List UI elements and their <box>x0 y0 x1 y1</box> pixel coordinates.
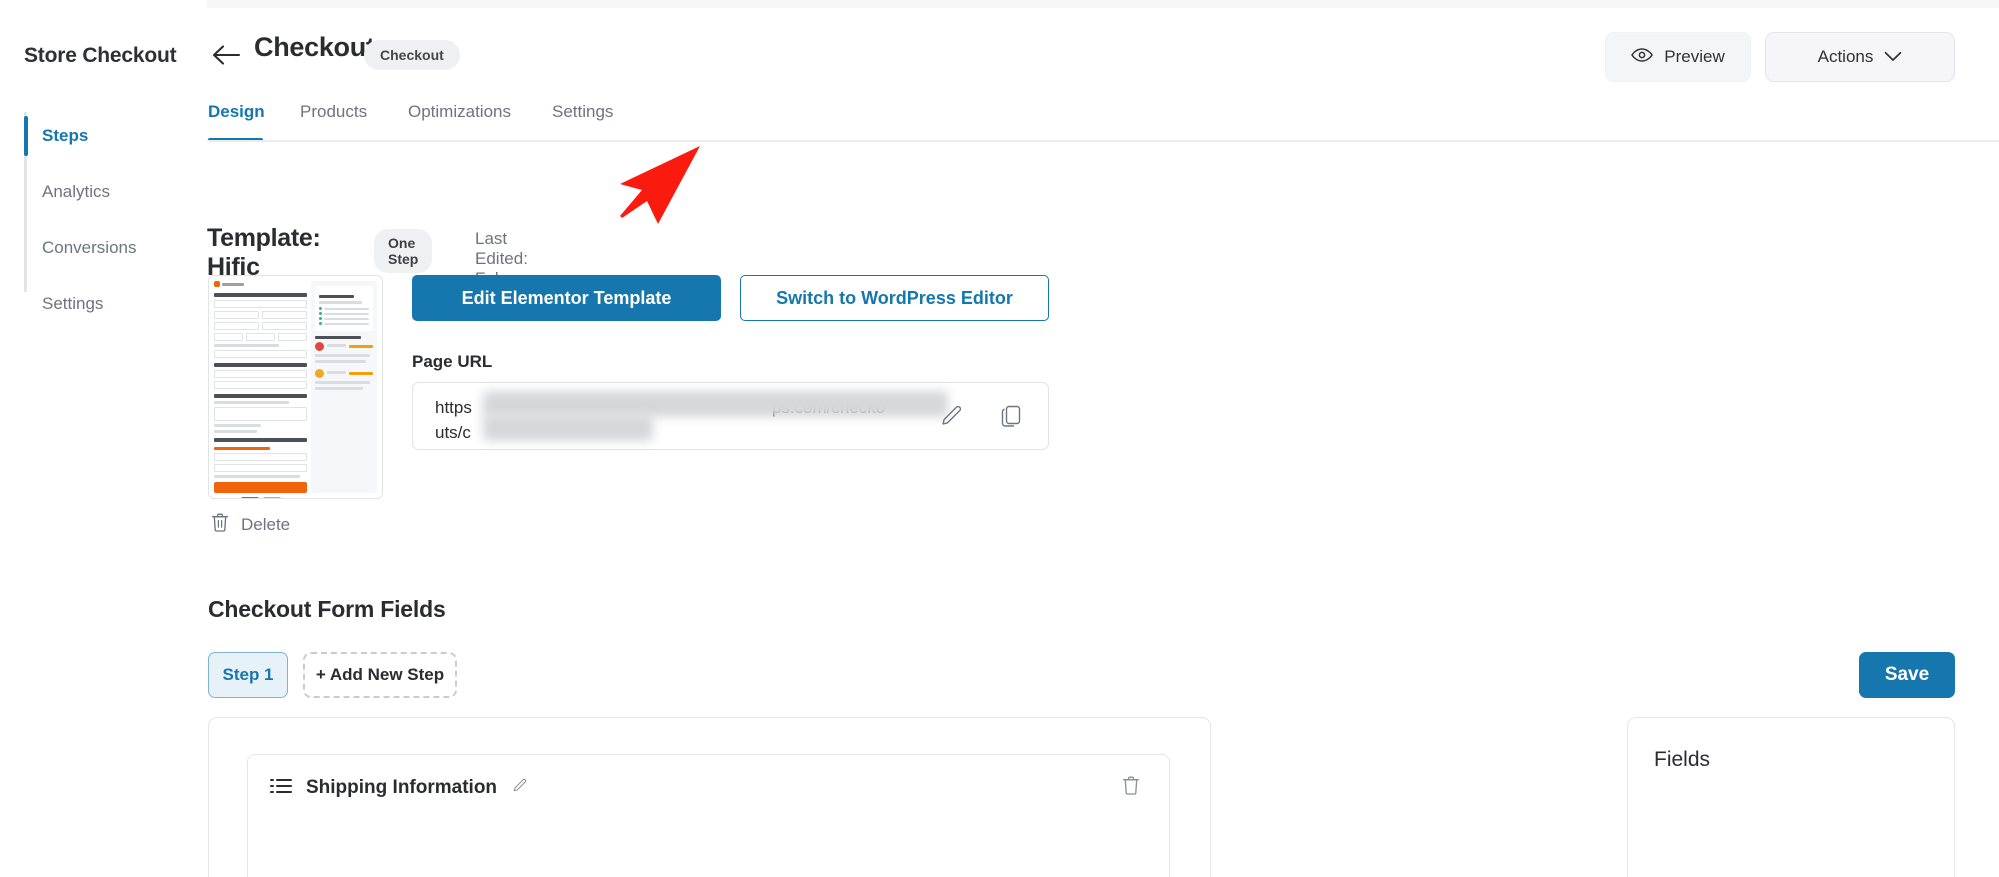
tab-bar-divider <box>207 140 1999 142</box>
eye-icon <box>1631 47 1654 68</box>
tab-label: Design <box>208 102 265 121</box>
page-title-badge: Checkout <box>364 40 460 70</box>
form-section-header: Shipping Information <box>270 777 528 799</box>
thumbnail-side-column <box>311 281 377 493</box>
page-url-redaction <box>483 391 948 417</box>
page-url-label: Page URL <box>412 352 493 371</box>
form-section-name: Shipping Information <box>306 777 498 798</box>
preview-button[interactable]: Preview <box>1605 32 1751 82</box>
edit-elementor-template-label: Edit Elementor Template <box>461 287 672 308</box>
tab-settings[interactable]: Settings <box>552 98 613 142</box>
page-title: Checkout <box>254 32 375 62</box>
form-section-card[interactable]: Shipping Information <box>247 754 1170 877</box>
app-root: Store Checkout Steps Analytics Conversio… <box>0 0 1999 877</box>
sidebar-nav: Steps Analytics Conversions Settings <box>24 108 204 332</box>
page-url-value-line2: uts/c <box>435 423 471 442</box>
sidebar-item-conversions[interactable]: Conversions <box>24 220 204 276</box>
form-section-delete-icon[interactable] <box>1121 775 1143 797</box>
page-url-field[interactable]: httpsps.com/checko uts/c <box>412 382 1049 450</box>
chevron-down-icon <box>1884 47 1902 67</box>
step-1-label: Step 1 <box>222 665 274 684</box>
main-content: Checkout Checkout Preview Actions Design… <box>207 0 1999 877</box>
page-url-edit-icon[interactable] <box>938 403 966 431</box>
trash-icon <box>210 512 230 538</box>
preview-button-label: Preview <box>1664 47 1725 66</box>
save-button[interactable]: Save <box>1859 652 1955 698</box>
tab-design[interactable]: Design <box>208 98 265 142</box>
fields-panel: Fields <box>1627 717 1955 877</box>
sidebar-item-label: Steps <box>42 126 89 145</box>
sidebar-item-label: Conversions <box>42 238 137 257</box>
edit-elementor-template-button[interactable]: Edit Elementor Template <box>412 275 721 321</box>
sidebar-item-steps[interactable]: Steps <box>24 108 204 164</box>
page-header: Checkout Checkout Preview Actions <box>207 28 1999 86</box>
switch-to-wordpress-editor-label: Switch to WordPress Editor <box>776 287 1013 308</box>
page-url-redaction-2 <box>483 415 653 441</box>
step-1-tab[interactable]: Step 1 <box>208 652 288 698</box>
steps-fields-panel: Shipping Information <box>208 717 1211 877</box>
tab-optimizations[interactable]: Optimizations <box>408 98 511 142</box>
fields-panel-title: Fields <box>1654 748 1711 771</box>
sidebar: Store Checkout Steps Analytics Conversio… <box>0 0 207 877</box>
actions-button-label: Actions <box>1817 47 1874 66</box>
sidebar-item-label: Analytics <box>42 182 111 201</box>
actions-button[interactable]: Actions <box>1765 32 1955 82</box>
template-thumbnail[interactable] <box>208 275 383 499</box>
page-url-value-start: https <box>435 398 472 417</box>
delete-label: Delete <box>241 515 291 534</box>
add-new-step-label: + Add New Step <box>315 665 445 684</box>
tab-label: Products <box>300 102 368 121</box>
add-new-step-button[interactable]: + Add New Step <box>303 652 457 698</box>
sidebar-item-analytics[interactable]: Analytics <box>24 164 204 220</box>
sidebar-title: Store Checkout <box>24 44 177 67</box>
sidebar-item-label: Settings <box>42 294 104 313</box>
delete-template-button[interactable]: Delete <box>210 512 290 538</box>
tab-label: Optimizations <box>408 102 511 121</box>
thumbnail-main-column <box>214 281 308 498</box>
checkout-form-fields-title: Checkout Form Fields <box>208 596 446 622</box>
template-title: Template: Hific <box>207 224 321 281</box>
save-button-label: Save <box>1884 664 1930 685</box>
tab-products[interactable]: Products <box>300 98 367 142</box>
template-step-badge: One Step <box>374 229 433 273</box>
thumbnail-logo <box>214 281 307 287</box>
form-section-edit-icon[interactable] <box>511 777 528 799</box>
thumbnail-inner <box>214 281 377 498</box>
page-url-copy-icon[interactable] <box>998 403 1026 431</box>
tab-label: Settings <box>552 102 614 121</box>
sidebar-item-settings[interactable]: Settings <box>24 276 204 332</box>
back-arrow-icon[interactable] <box>209 38 243 72</box>
list-icon <box>270 778 292 799</box>
switch-to-wordpress-editor-button[interactable]: Switch to WordPress Editor <box>740 275 1049 321</box>
